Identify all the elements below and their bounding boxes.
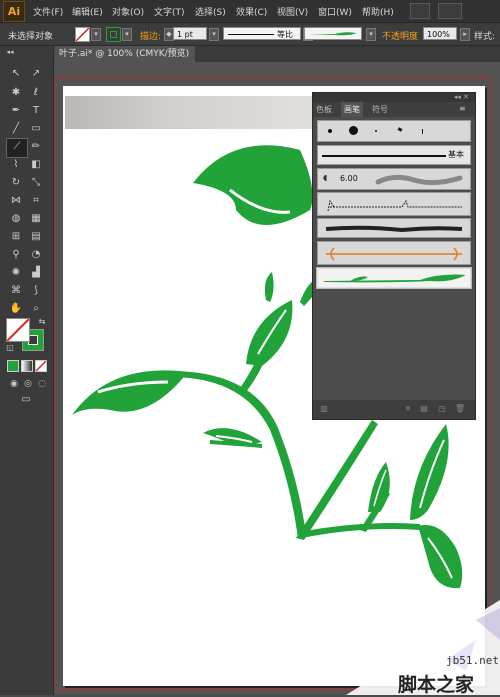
- panel-menu-icon[interactable]: ≡: [459, 104, 466, 113]
- new-brush-icon[interactable]: ◳: [437, 404, 447, 414]
- brush-size-label: 6.00: [340, 174, 358, 183]
- calligraphic-brushes-row[interactable]: [317, 120, 471, 142]
- basic-brush-row[interactable]: 基本: [317, 145, 471, 165]
- bristle-brush-icon: ◖: [323, 173, 328, 182]
- brush-options-icon[interactable]: ▤: [419, 404, 429, 414]
- brush-libraries-icon[interactable]: ▥: [319, 404, 329, 414]
- remove-brush-stroke-icon[interactable]: ✕: [403, 404, 413, 414]
- collapse-panel-icon[interactable]: ◂◂ ✕: [454, 93, 469, 101]
- bristle-brush-row[interactable]: ◖ 6.00: [317, 168, 471, 190]
- panel-bottom-bar: ▥ ✕ ▤ ◳ 🗑: [313, 400, 475, 419]
- arrow-art-brush-row[interactable]: [317, 241, 471, 265]
- panel-header[interactable]: ◂◂ ✕: [313, 93, 475, 102]
- dotted-art-brush-row[interactable]: [317, 192, 471, 216]
- delete-brush-icon[interactable]: 🗑: [455, 404, 465, 414]
- panel-tabs: 色板 画笔 符号 ≡: [313, 102, 475, 117]
- brushes-panel: ◂◂ ✕ 色板 画笔 符号 ≡ 基本 ◖ 6.00 ▥ ✕ ▤ ◳ 🗑: [312, 92, 476, 420]
- watermark-site: jb51.net: [446, 654, 499, 667]
- tab-brushes[interactable]: 画笔: [341, 102, 363, 117]
- watermark-name: 脚本之家: [398, 674, 475, 696]
- leaf-art-brush-row[interactable]: [316, 267, 472, 289]
- tab-symbols[interactable]: 符号: [369, 102, 391, 117]
- chalk-brush-row[interactable]: [317, 218, 471, 238]
- tab-swatches[interactable]: 色板: [313, 102, 335, 117]
- basic-brush-label: 基本: [448, 150, 464, 159]
